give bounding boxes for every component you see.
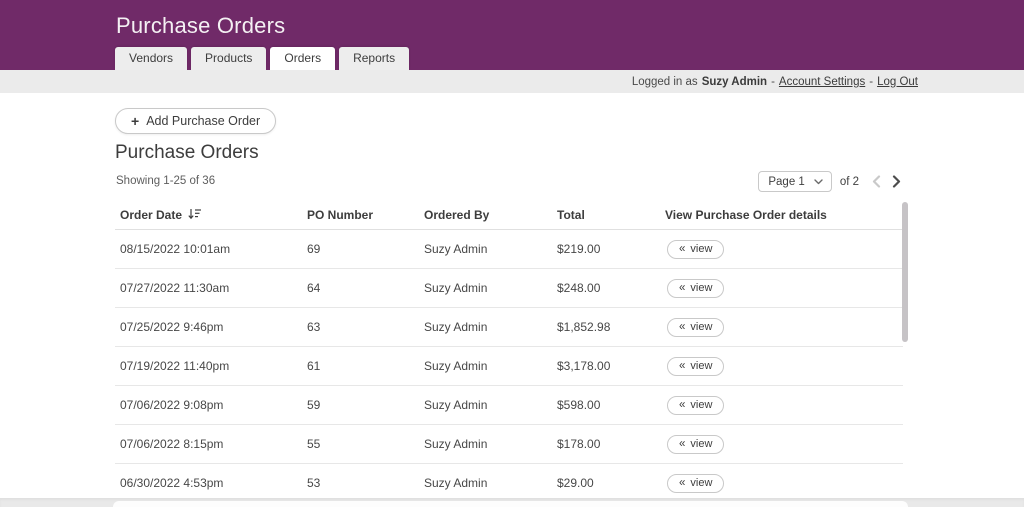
column-header-total: Total bbox=[557, 208, 665, 222]
double-chevron-left-icon: « bbox=[679, 321, 685, 333]
column-header-ordered-by: Ordered By bbox=[424, 208, 557, 222]
table-row: 07/06/2022 8:15pm 55 Suzy Admin $178.00 … bbox=[115, 425, 903, 464]
add-purchase-order-button[interactable]: + Add Purchase Order bbox=[115, 108, 276, 134]
pagination: Page 1 of 2 bbox=[758, 171, 903, 192]
ordered-by-cell: Suzy Admin bbox=[424, 398, 557, 412]
double-chevron-left-icon: « bbox=[679, 282, 685, 294]
po-number-cell: 64 bbox=[307, 281, 424, 295]
tab-orders[interactable]: Orders bbox=[270, 47, 335, 70]
total-cell: $248.00 bbox=[557, 281, 665, 295]
double-chevron-left-icon: « bbox=[679, 399, 685, 411]
page-nav bbox=[869, 175, 903, 189]
tab-products[interactable]: Products bbox=[191, 47, 266, 70]
po-number-cell: 53 bbox=[307, 476, 424, 490]
ordered-by-cell: Suzy Admin bbox=[424, 281, 557, 295]
tab-bar: Vendors Products Orders Reports bbox=[115, 47, 409, 70]
total-cell: $1,852.98 bbox=[557, 320, 665, 334]
double-chevron-left-icon: « bbox=[679, 438, 685, 450]
table-scrollbar[interactable] bbox=[902, 202, 908, 342]
total-cell: $29.00 bbox=[557, 476, 665, 490]
view-button[interactable]: «view bbox=[667, 396, 724, 415]
page-select-value: Page 1 bbox=[768, 176, 804, 188]
next-page-icon[interactable] bbox=[889, 175, 903, 189]
view-button[interactable]: «view bbox=[667, 357, 724, 376]
app-header: Purchase Orders Vendors Products Orders … bbox=[0, 0, 1024, 70]
ordered-by-cell: Suzy Admin bbox=[424, 359, 557, 373]
table-row: 07/19/2022 11:40pm 61 Suzy Admin $3,178.… bbox=[115, 347, 903, 386]
tab-reports[interactable]: Reports bbox=[339, 47, 409, 70]
po-number-cell: 63 bbox=[307, 320, 424, 334]
log-out-link[interactable]: Log Out bbox=[877, 76, 918, 88]
table-header-row: Order Date PO Number Ordered By Total bbox=[115, 200, 903, 230]
purchase-orders-app: Purchase Orders Vendors Products Orders … bbox=[0, 0, 1024, 507]
page-of-label: of 2 bbox=[840, 176, 859, 188]
order-date-cell: 08/15/2022 10:01am bbox=[115, 242, 307, 256]
tab-vendors[interactable]: Vendors bbox=[115, 47, 187, 70]
next-card-top-edge bbox=[113, 501, 908, 507]
double-chevron-left-icon: « bbox=[679, 477, 685, 489]
ordered-by-cell: Suzy Admin bbox=[424, 437, 557, 451]
order-date-cell: 06/30/2022 4:53pm bbox=[115, 476, 307, 490]
username: Suzy Admin bbox=[702, 76, 767, 88]
purchase-orders-table: Order Date PO Number Ordered By Total bbox=[115, 200, 903, 503]
order-date-cell: 07/06/2022 9:08pm bbox=[115, 398, 307, 412]
table-row: 07/27/2022 11:30am 64 Suzy Admin $248.00… bbox=[115, 269, 903, 308]
table-row: 07/06/2022 9:08pm 59 Suzy Admin $598.00 … bbox=[115, 386, 903, 425]
order-date-cell: 07/25/2022 9:46pm bbox=[115, 320, 307, 334]
user-bar: Logged in as Suzy Admin - Account Settin… bbox=[0, 70, 1024, 93]
order-date-cell: 07/27/2022 11:30am bbox=[115, 281, 307, 295]
column-header-view-details: View Purchase Order details bbox=[665, 208, 903, 222]
table-row: 08/15/2022 10:01am 69 Suzy Admin $219.00… bbox=[115, 230, 903, 269]
double-chevron-left-icon: « bbox=[679, 243, 685, 255]
separator: - bbox=[771, 76, 775, 88]
page-title: Purchase Orders bbox=[115, 142, 259, 164]
logged-in-prefix: Logged in as bbox=[632, 76, 698, 88]
ordered-by-cell: Suzy Admin bbox=[424, 476, 557, 490]
view-button[interactable]: «view bbox=[667, 435, 724, 454]
ordered-by-cell: Suzy Admin bbox=[424, 242, 557, 256]
table-row: 07/25/2022 9:46pm 63 Suzy Admin $1,852.9… bbox=[115, 308, 903, 347]
total-cell: $3,178.00 bbox=[557, 359, 665, 373]
double-chevron-left-icon: « bbox=[679, 360, 685, 372]
po-number-cell: 59 bbox=[307, 398, 424, 412]
total-cell: $178.00 bbox=[557, 437, 665, 451]
column-header-po-number: PO Number bbox=[307, 208, 424, 222]
ordered-by-cell: Suzy Admin bbox=[424, 320, 557, 334]
page-select-dropdown[interactable]: Page 1 bbox=[758, 171, 831, 192]
results-count: Showing 1-25 of 36 bbox=[116, 175, 215, 187]
view-button[interactable]: «view bbox=[667, 474, 724, 493]
add-purchase-order-label: Add Purchase Order bbox=[146, 114, 260, 128]
column-header-order-date[interactable]: Order Date bbox=[115, 207, 307, 222]
view-button[interactable]: «view bbox=[667, 240, 724, 259]
account-settings-link[interactable]: Account Settings bbox=[779, 76, 865, 88]
separator: - bbox=[869, 76, 873, 88]
po-number-cell: 69 bbox=[307, 242, 424, 256]
po-number-cell: 55 bbox=[307, 437, 424, 451]
main-content: + Add Purchase Order Purchase Orders Sho… bbox=[0, 93, 1024, 498]
po-number-cell: 61 bbox=[307, 359, 424, 373]
page-background-strip bbox=[0, 498, 1024, 507]
total-cell: $219.00 bbox=[557, 242, 665, 256]
previous-page-icon[interactable] bbox=[869, 175, 883, 189]
order-date-cell: 07/06/2022 8:15pm bbox=[115, 437, 307, 451]
app-title: Purchase Orders bbox=[116, 13, 285, 39]
view-button[interactable]: «view bbox=[667, 279, 724, 298]
view-button[interactable]: «view bbox=[667, 318, 724, 337]
chevron-down-icon bbox=[814, 179, 823, 185]
sort-descending-icon bbox=[188, 208, 201, 222]
total-cell: $598.00 bbox=[557, 398, 665, 412]
order-date-cell: 07/19/2022 11:40pm bbox=[115, 359, 307, 373]
plus-icon: + bbox=[131, 114, 139, 128]
